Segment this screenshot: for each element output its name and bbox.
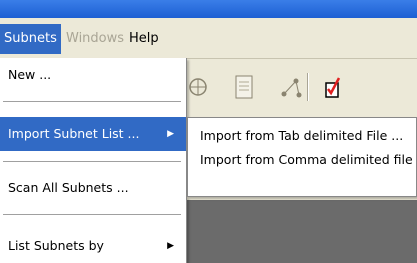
- menu-item-list-subnets-by[interactable]: List Subnets by ▶: [0, 229, 186, 263]
- menu-item-label: Scan All Subnets ...: [8, 180, 129, 195]
- menu-bar: Subnets Windows Help: [0, 18, 417, 59]
- menu-separator: [3, 214, 181, 215]
- menu-separator: [3, 101, 181, 102]
- menu-item-label: New ...: [8, 67, 52, 82]
- document-icon[interactable]: [230, 72, 260, 102]
- menu-item-import-subnet-list[interactable]: Import Subnet List ... ▶: [0, 117, 186, 151]
- menu-item-import-tab-delimited[interactable]: Import from Tab delimited File ...: [188, 124, 416, 148]
- menu-subnets[interactable]: Subnets: [0, 24, 61, 54]
- menu-help[interactable]: Help: [125, 24, 163, 54]
- subnets-dropdown: New ... Import Subnet List ... ▶ Scan Al…: [0, 58, 187, 263]
- menu-item-label: Import from Tab delimited File ...: [200, 128, 404, 143]
- network-icon[interactable]: [188, 72, 218, 102]
- submenu-arrow-icon: ▶: [167, 129, 174, 139]
- submenu-arrow-icon: ▶: [167, 241, 174, 251]
- title-bar: [0, 0, 417, 18]
- menu-item-import-comma-delimited[interactable]: Import from Comma delimited file ...: [188, 148, 417, 172]
- menu-item-label: List Subnets by: [8, 238, 104, 253]
- menu-windows[interactable]: Windows: [62, 24, 128, 54]
- import-submenu: Import from Tab delimited File ... Impor…: [187, 117, 417, 197]
- document-pane: [186, 200, 417, 263]
- menu-item-new[interactable]: New ...: [0, 58, 186, 92]
- menu-item-label: Import from Comma delimited file ...: [200, 152, 417, 167]
- toolbar-separator: [307, 73, 309, 101]
- checklist-icon[interactable]: [318, 72, 348, 102]
- menu-separator: [3, 161, 181, 162]
- menu-item-label: Import Subnet List ...: [8, 126, 140, 141]
- graph-icon[interactable]: [276, 72, 306, 102]
- menu-item-scan-all-subnets[interactable]: Scan All Subnets ...: [0, 171, 186, 205]
